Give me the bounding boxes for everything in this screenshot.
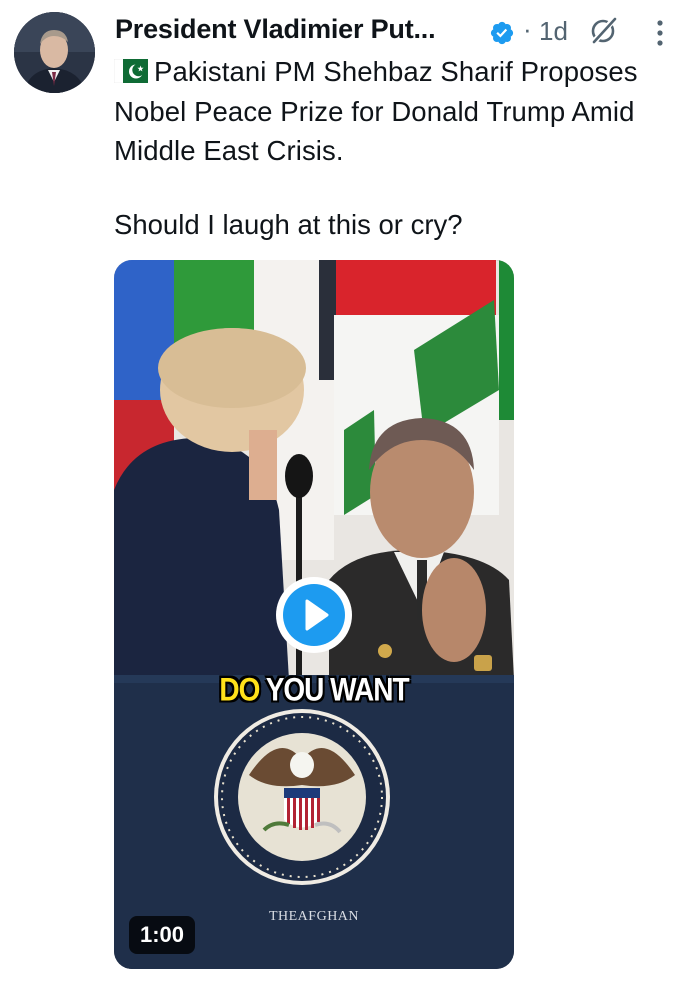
tweet-header: President Vladimier Put... · 1d <box>115 8 689 48</box>
separator-dot: · <box>523 14 532 44</box>
more-vertical-icon[interactable] <box>655 18 665 48</box>
tweet-body: Pakistani PM Shehbaz Sharif Proposes Nob… <box>114 56 638 166</box>
video-player[interactable]: DO YOU WANT THEAFGHAN 1:00 <box>114 260 514 969</box>
play-icon <box>305 599 329 631</box>
verified-badge-icon <box>490 21 514 45</box>
post-time[interactable]: 1d <box>539 16 568 47</box>
play-button[interactable] <box>276 577 352 653</box>
pakistan-flag-icon <box>114 59 148 83</box>
grok-icon[interactable] <box>588 14 620 46</box>
avatar[interactable] <box>14 12 95 93</box>
caption-text: YOU WANT <box>259 671 410 708</box>
video-caption: DO YOU WANT <box>114 672 514 709</box>
caption-highlight: DO <box>219 671 260 708</box>
tweet-question: Should I laugh at this or cry? <box>114 209 463 240</box>
author-name[interactable]: President Vladimier Put... <box>115 14 436 45</box>
tweet-text: Pakistani PM Shehbaz Sharif Proposes Nob… <box>114 52 674 171</box>
video-duration-badge: 1:00 <box>129 916 196 954</box>
